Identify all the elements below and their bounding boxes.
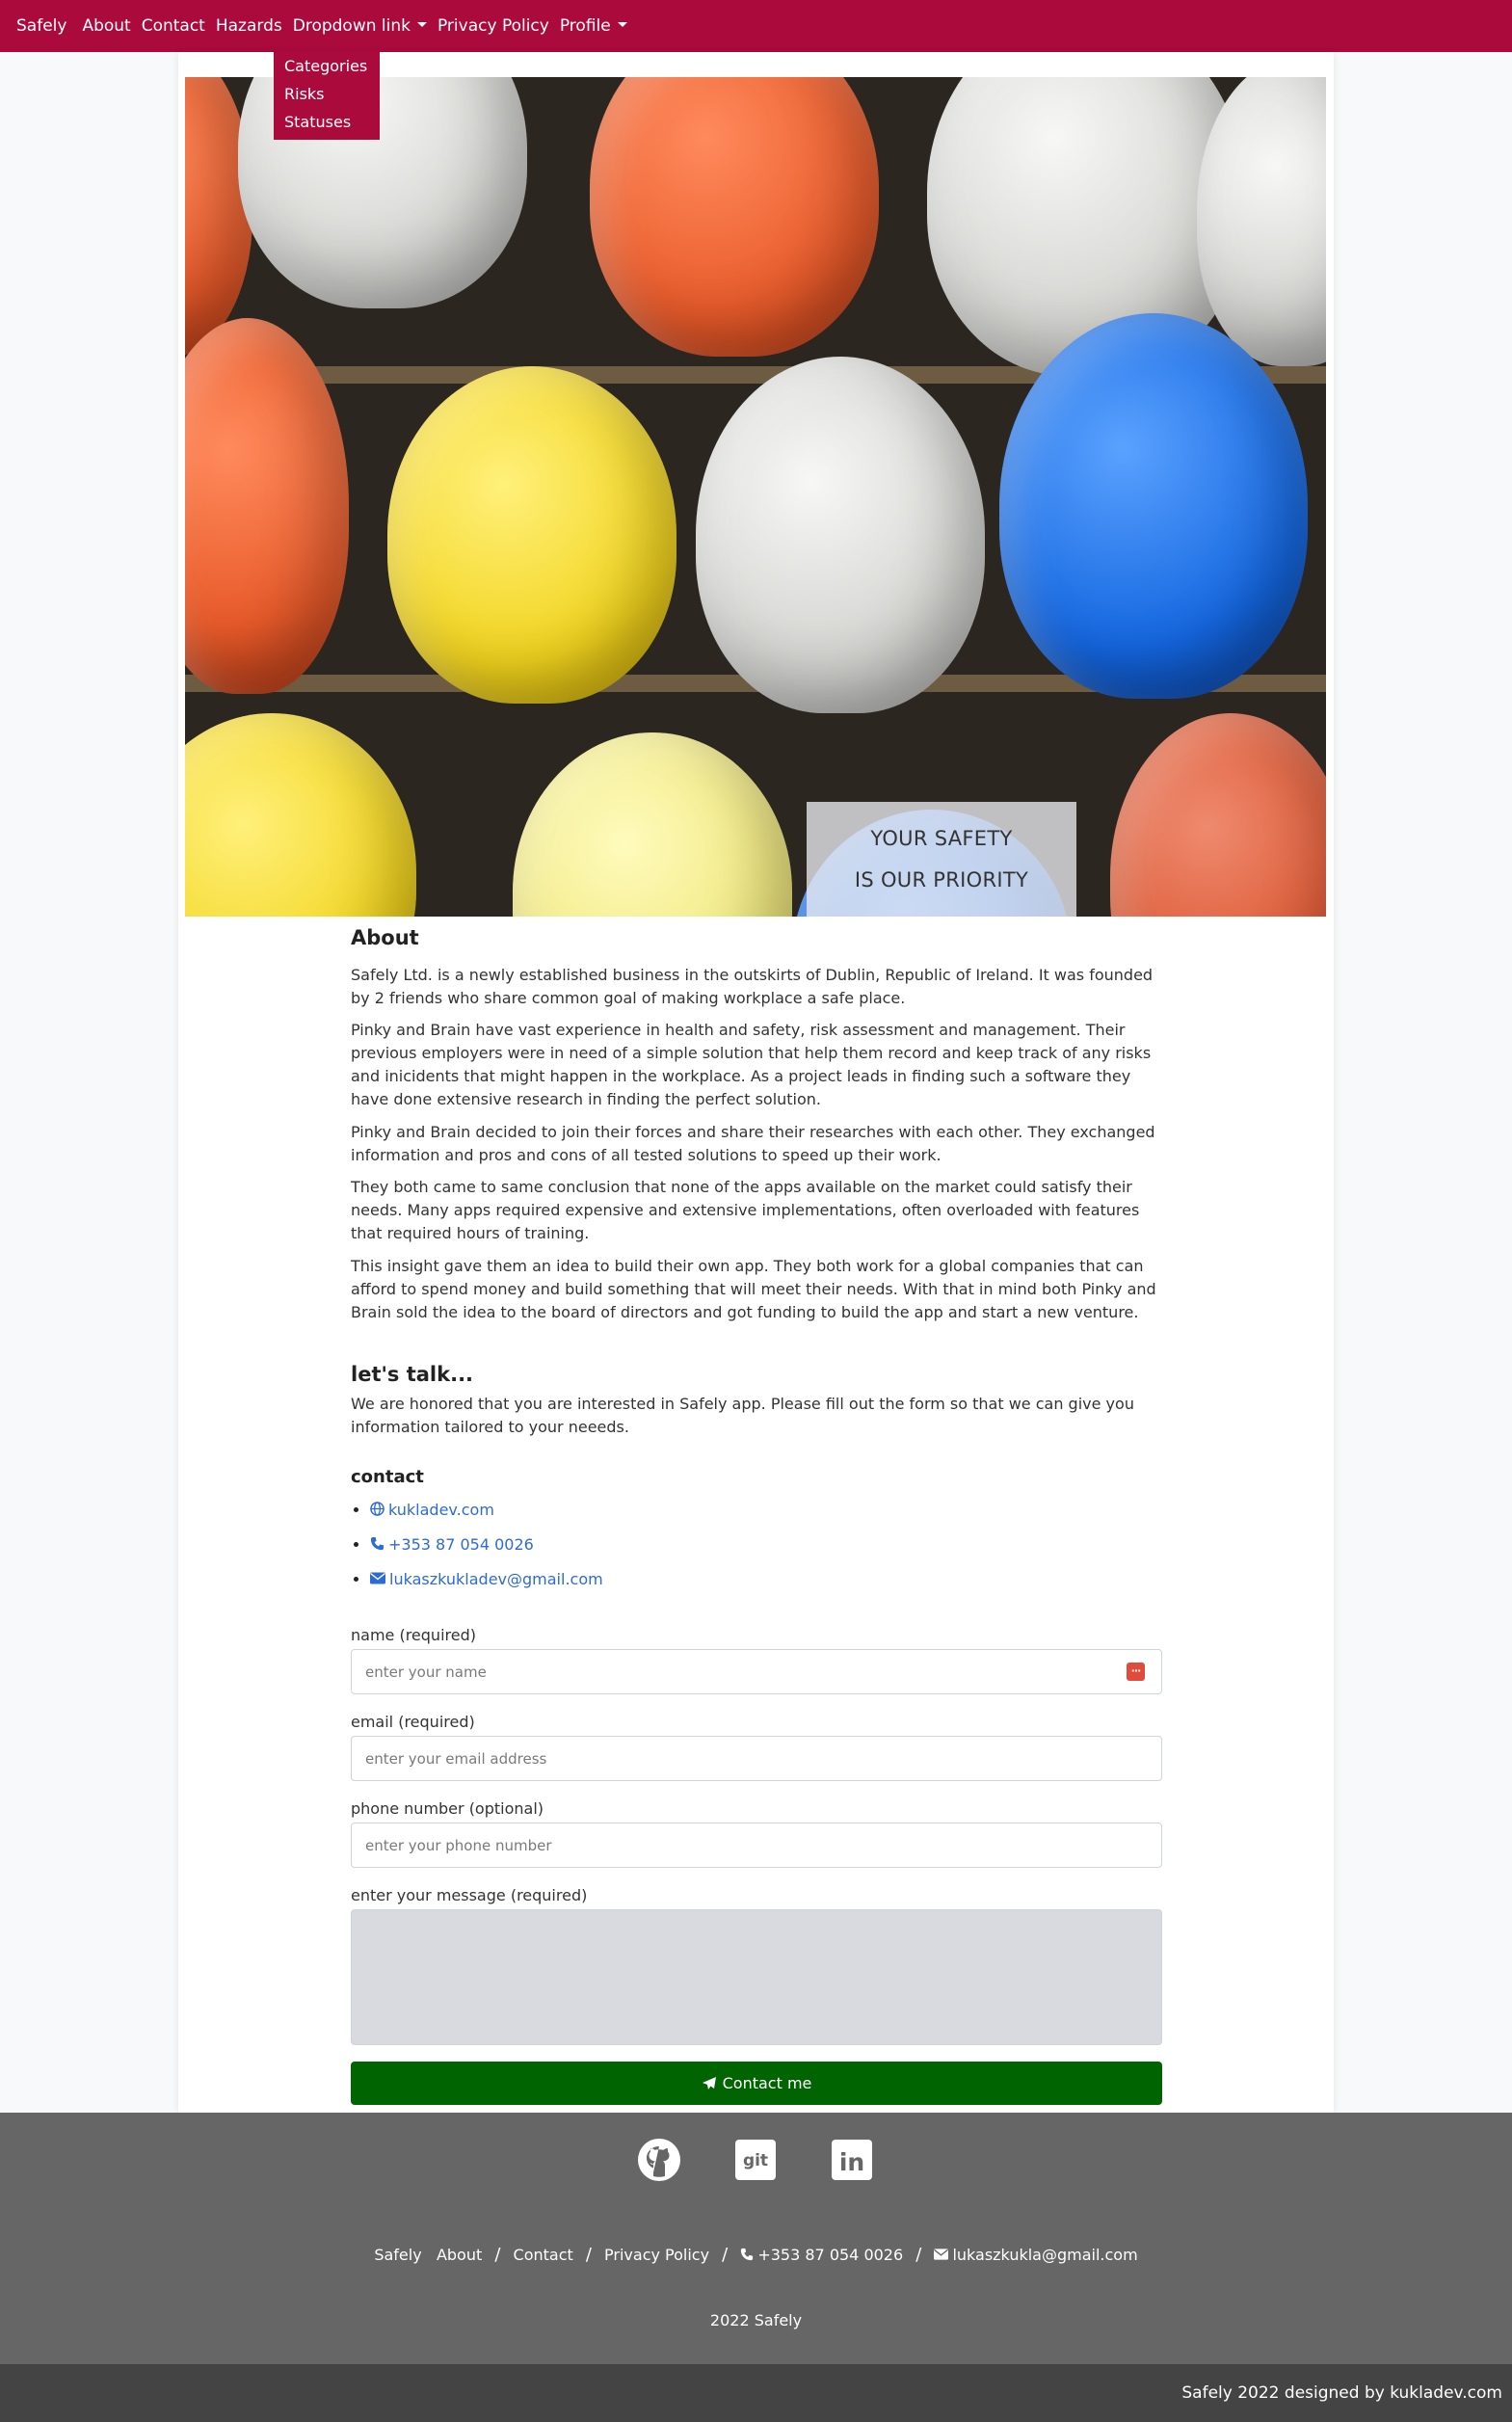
about-paragraph: They both came to same conclusion that n… bbox=[351, 1178, 1140, 1242]
nav-profile-label: Profile bbox=[559, 16, 611, 36]
about-paragraph: Pinky and Brain decided to join their fo… bbox=[351, 1123, 1155, 1164]
contact-me-button[interactable]: Contact me bbox=[351, 2062, 1162, 2105]
lets-talk-text: We are honored that you are interested i… bbox=[351, 1395, 1134, 1436]
helmet-shape bbox=[513, 732, 792, 917]
phone-icon bbox=[741, 2248, 754, 2260]
password-manager-icon[interactable]: ··· bbox=[1127, 1663, 1145, 1681]
contact-phone-item: +353 87 054 0026 bbox=[370, 1528, 1162, 1562]
about-paragraph: This insight gave them an idea to build … bbox=[351, 1257, 1156, 1321]
nav-dropdown-label: Dropdown link bbox=[292, 16, 411, 36]
name-input[interactable] bbox=[351, 1649, 1162, 1694]
caret-down-icon bbox=[416, 21, 427, 27]
phone-icon bbox=[370, 1536, 385, 1551]
nav-contact[interactable]: Contact bbox=[142, 16, 205, 36]
footer-email-link[interactable]: lukaszkukla@gmail.com bbox=[934, 2246, 1138, 2264]
contact-email-item: lukaszkukladev@gmail.com bbox=[370, 1562, 1162, 1597]
helmet-shape bbox=[387, 366, 676, 704]
nav-hazards[interactable]: Hazards bbox=[216, 16, 282, 36]
message-label: enter your message (required) bbox=[351, 1886, 588, 1904]
footer-brand-link[interactable]: Safely bbox=[374, 2246, 421, 2264]
phone-label: phone number (optional) bbox=[351, 1799, 544, 1818]
footer-about-link[interactable]: About bbox=[437, 2246, 482, 2264]
email-label: email (required) bbox=[351, 1713, 475, 1731]
phone-link[interactable]: +353 87 054 0026 bbox=[370, 1535, 534, 1554]
contact-heading: contact bbox=[351, 1467, 424, 1487]
linkedin-link[interactable]: in bbox=[830, 2138, 874, 2182]
bottom-bar: Safely 2022 designed by kukladev.com bbox=[0, 2364, 1512, 2422]
email-input[interactable] bbox=[351, 1736, 1162, 1781]
name-label: name (required) bbox=[351, 1626, 476, 1644]
dropdown-item-risks[interactable]: Risks bbox=[274, 80, 380, 108]
footer-separator: / bbox=[494, 2245, 501, 2265]
about-paragraph: Safely Ltd. is a newly established busin… bbox=[351, 966, 1154, 1007]
lets-talk-heading: let's talk... bbox=[351, 1363, 474, 1386]
hero-caption-line-2: IS OUR PRIORITY bbox=[854, 868, 1029, 892]
footer-phone-text: +353 87 054 0026 bbox=[757, 2246, 904, 2264]
footer-privacy-link[interactable]: Privacy Policy bbox=[604, 2246, 709, 2264]
envelope-icon bbox=[934, 2248, 949, 2260]
nav-profile-toggle[interactable]: Profile bbox=[560, 16, 627, 36]
footer-separator: / bbox=[915, 2245, 922, 2265]
nav-brand[interactable]: Safely bbox=[16, 16, 66, 36]
footer-links: Safely About / Contact / Privacy Policy … bbox=[0, 2245, 1512, 2265]
top-navbar: Safely About Contact Hazards Dropdown li… bbox=[0, 0, 1512, 52]
footer-contact-link[interactable]: Contact bbox=[514, 2246, 573, 2264]
contact-list: kukladev.com +353 87 054 0026 lukaszkukl… bbox=[351, 1493, 1162, 1597]
globe-icon bbox=[370, 1502, 385, 1516]
about-paragraph: Pinky and Brain have vast experience in … bbox=[351, 1021, 1152, 1108]
footer-separator: / bbox=[722, 2245, 729, 2265]
footer-copyright: 2022 Safely bbox=[709, 2311, 803, 2329]
message-textarea[interactable] bbox=[351, 1909, 1162, 2045]
footer-separator: / bbox=[585, 2245, 592, 2265]
email-link-text: lukaszkukladev@gmail.com bbox=[389, 1570, 603, 1588]
helmet-shape bbox=[590, 77, 879, 357]
about-heading: About bbox=[351, 926, 419, 949]
nav-dropdown-toggle[interactable]: Dropdown link bbox=[293, 16, 427, 36]
footer-phone-link[interactable]: +353 87 054 0026 bbox=[740, 2246, 903, 2264]
helmet-shape bbox=[1197, 77, 1326, 366]
phone-input[interactable] bbox=[351, 1823, 1162, 1868]
website-link-text: kukladev.com bbox=[388, 1501, 494, 1519]
github-link[interactable] bbox=[637, 2138, 681, 2182]
envelope-icon bbox=[370, 1572, 385, 1584]
hero-image: YOUR SAFETY IS OUR PRIORITY bbox=[185, 77, 1326, 917]
paper-plane-icon bbox=[702, 2076, 716, 2089]
git-icon: git bbox=[735, 2140, 776, 2180]
email-link[interactable]: lukaszkukladev@gmail.com bbox=[370, 1570, 603, 1588]
helmet-shape bbox=[1110, 713, 1326, 917]
contact-website-item: kukladev.com bbox=[370, 1493, 1162, 1528]
hero-caption: YOUR SAFETY IS OUR PRIORITY bbox=[807, 802, 1076, 917]
dropdown-item-categories[interactable]: Categories bbox=[274, 52, 380, 80]
website-link[interactable]: kukladev.com bbox=[370, 1501, 494, 1519]
github-icon bbox=[638, 2139, 680, 2181]
contact-me-label: Contact me bbox=[722, 2074, 812, 2092]
helmet-shape bbox=[185, 713, 416, 917]
helmet-shape bbox=[999, 313, 1308, 699]
dropdown-menu: Categories Risks Statuses bbox=[274, 52, 380, 140]
footer-email-text: lukaszkukla@gmail.com bbox=[952, 2246, 1138, 2264]
git-icon-text: git bbox=[743, 2151, 768, 2170]
phone-link-text: +353 87 054 0026 bbox=[388, 1535, 534, 1554]
git-link[interactable]: git bbox=[733, 2138, 778, 2182]
dropdown-item-statuses[interactable]: Statuses bbox=[274, 108, 380, 136]
nav-about[interactable]: About bbox=[82, 16, 130, 36]
linkedin-icon-text: in bbox=[839, 2148, 864, 2176]
designer-credit: Safely 2022 designed by kukladev.com bbox=[1181, 2383, 1502, 2403]
caret-down-icon bbox=[617, 21, 627, 27]
helmet-shape bbox=[696, 357, 985, 713]
hero-caption-line-1: YOUR SAFETY bbox=[870, 827, 1013, 850]
nav-privacy-policy[interactable]: Privacy Policy bbox=[438, 16, 549, 36]
linkedin-icon: in bbox=[832, 2140, 872, 2180]
